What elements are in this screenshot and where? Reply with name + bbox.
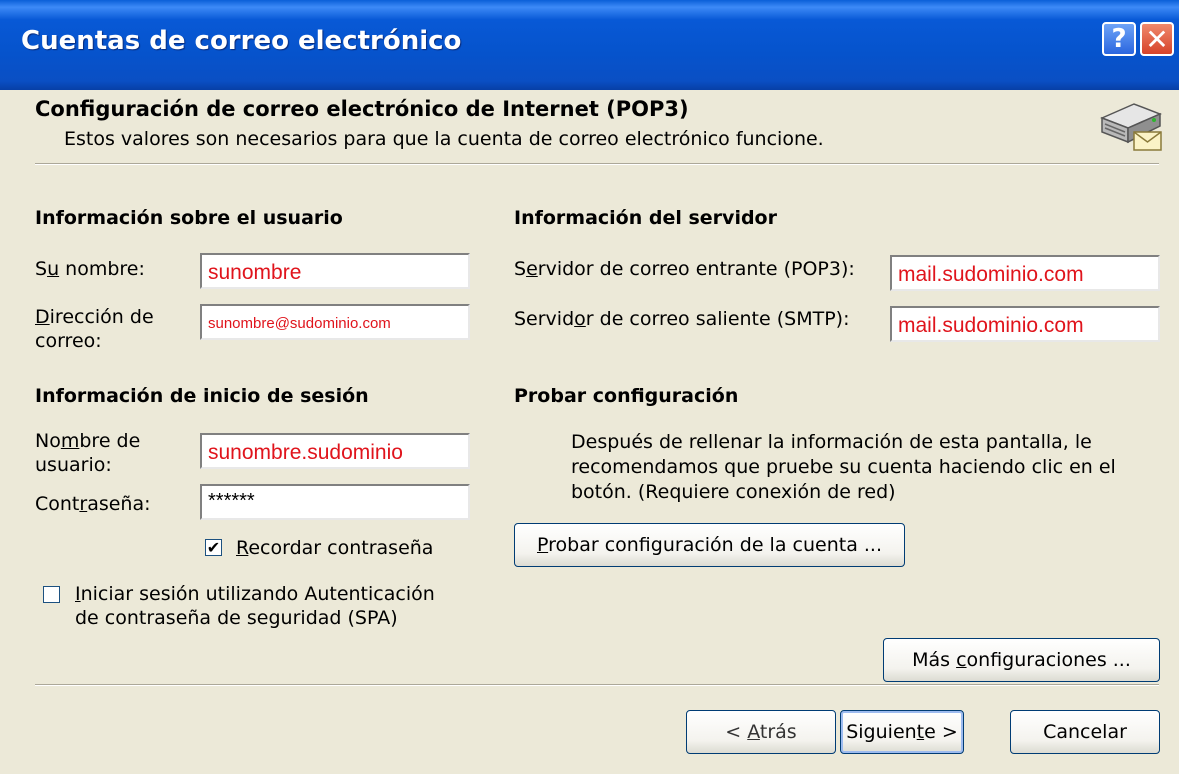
name-label: Su nombre:: [35, 258, 145, 280]
logon-info-heading: Información de inicio de sesión: [35, 385, 369, 407]
checkmark-icon: ✔: [206, 537, 221, 557]
page-title: Configuración de correo electrónico de I…: [35, 97, 689, 121]
server-info-heading: Información del servidor: [514, 207, 777, 229]
test-settings-description: Después de rellenar la información de es…: [571, 431, 1116, 503]
close-button[interactable]: ✕: [1140, 22, 1174, 56]
window-title: Cuentas de correo electrónico: [21, 26, 462, 56]
incoming-server-field[interactable]: mail.sudominio.com: [890, 255, 1160, 291]
email-field[interactable]: sunombre@sudominio.com: [200, 304, 470, 340]
help-icon: ?: [1111, 24, 1127, 54]
spa-label[interactable]: Iniciar sesión utilizando Autenticación d…: [75, 582, 435, 630]
outgoing-server-field[interactable]: mail.sudominio.com: [890, 306, 1160, 342]
email-accounts-dialog: Cuentas de correo electrónico ? ✕ Config…: [0, 0, 1179, 774]
username-label: Nombre de usuario:: [35, 430, 141, 476]
remember-password-checkbox[interactable]: ✔: [205, 539, 222, 556]
incoming-server-label: Servidor de correo entrante (POP3):: [514, 258, 855, 280]
email-label: Dirección de correo:: [35, 306, 154, 352]
header-divider: [35, 163, 1159, 165]
name-field[interactable]: sunombre: [200, 253, 470, 289]
page-subtitle: Estos valores son necesarios para que la…: [64, 128, 824, 150]
user-info-heading: Información sobre el usuario: [35, 207, 343, 229]
close-icon: ✕: [1145, 22, 1169, 56]
cancel-button[interactable]: Cancelar: [1010, 710, 1160, 754]
back-button[interactable]: < Atrás: [686, 710, 836, 754]
remember-password-label[interactable]: Recordar contraseña: [236, 536, 433, 560]
more-settings-button[interactable]: Más configuraciones ...: [883, 638, 1160, 682]
password-field[interactable]: ******: [200, 484, 470, 520]
outgoing-server-label: Servidor de correo saliente (SMTP):: [514, 308, 850, 330]
username-field[interactable]: sunombre.sudominio: [200, 433, 470, 469]
spa-checkbox[interactable]: [43, 586, 60, 603]
password-label: Contraseña:: [35, 493, 151, 515]
title-bar[interactable]: Cuentas de correo electrónico ? ✕: [0, 0, 1179, 90]
help-button[interactable]: ?: [1102, 22, 1136, 56]
test-settings-heading: Probar configuración: [514, 385, 739, 407]
test-account-settings-button[interactable]: Probar configuración de la cuenta ...: [514, 523, 905, 567]
footer-divider: [35, 684, 1159, 686]
next-button[interactable]: Siguiente >: [840, 710, 964, 754]
mail-server-icon: [1100, 103, 1162, 151]
